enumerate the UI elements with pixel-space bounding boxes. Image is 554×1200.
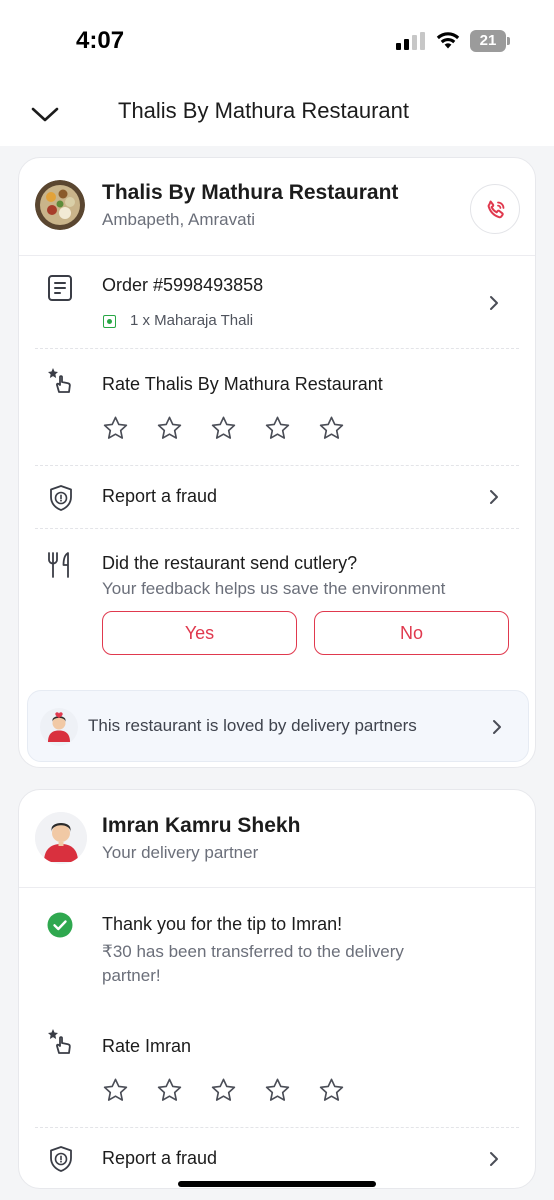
tip-subtext: ₹30 has been transferred to the delivery…	[102, 942, 404, 985]
shield-alert-icon	[50, 1146, 72, 1172]
battery-icon: 21	[470, 30, 510, 52]
star-icon[interactable]	[156, 415, 183, 442]
restaurant-star-rating	[102, 415, 345, 442]
chevron-right-icon	[490, 490, 498, 504]
tip-title: Thank you for the tip to Imran!	[102, 914, 343, 934]
chevron-down-icon[interactable]	[28, 100, 62, 128]
order-item: 1 x Maharaja Thali	[130, 312, 254, 329]
battery-level: 21	[470, 30, 506, 52]
cutlery-yes-button[interactable]: Yes	[102, 611, 297, 655]
veg-indicator-icon	[103, 315, 116, 328]
star-icon[interactable]	[210, 1077, 237, 1104]
delivery-partner-card: Imran Kamru Shekh Your delivery partner …	[18, 789, 536, 1189]
cellular-signal-icon	[396, 32, 425, 50]
star-icon[interactable]	[318, 415, 345, 442]
check-circle-icon	[47, 912, 73, 938]
restaurant-thumbnail	[35, 180, 85, 230]
page-title: Thalis By Mathura Restaurant	[118, 98, 410, 123]
phone-icon	[487, 200, 505, 219]
partner-role: Your delivery partner	[102, 843, 259, 862]
status-bar: 4:07 21	[0, 0, 554, 80]
cutlery-subtext: Your feedback helps us save the environm…	[102, 579, 446, 598]
top-header: Thalis By Mathura Restaurant	[0, 80, 554, 146]
cutlery-question: Did the restaurant send cutlery?	[102, 553, 358, 573]
restaurant-location: Ambapeth, Amravati	[102, 210, 256, 229]
star-icon[interactable]	[156, 1077, 183, 1104]
rate-partner-label: Rate Imran	[102, 1036, 192, 1056]
star-icon[interactable]	[102, 415, 129, 442]
shield-alert-icon	[50, 485, 72, 511]
report-fraud-label: Report a fraud	[102, 1148, 218, 1168]
wifi-icon	[436, 32, 460, 49]
rate-star-hand-icon	[48, 368, 71, 393]
rate-restaurant-label: Rate Thalis By Mathura Restaurant	[102, 374, 383, 394]
home-indicator[interactable]	[178, 1181, 376, 1187]
call-restaurant-button[interactable]	[470, 184, 520, 234]
loved-banner-text: This restaurant is loved by delivery par…	[88, 716, 417, 735]
star-icon[interactable]	[264, 415, 291, 442]
partner-name: Imran Kamru Shekh	[102, 814, 301, 837]
order-number: Order #5998493858	[102, 275, 264, 295]
report-fraud-label: Report a fraud	[102, 486, 218, 506]
chevron-right-icon	[490, 296, 498, 310]
star-icon[interactable]	[102, 1077, 129, 1104]
status-time: 4:07	[76, 27, 125, 54]
rate-star-hand-icon	[48, 1029, 71, 1054]
loved-by-partners-banner[interactable]: This restaurant is loved by delivery par…	[27, 690, 529, 762]
restaurant-card: Thalis By Mathura Restaurant Ambapeth, A…	[18, 157, 536, 768]
cutlery-icon	[48, 552, 69, 578]
chevron-right-icon	[490, 1152, 498, 1166]
cutlery-no-button[interactable]: No	[314, 611, 509, 655]
star-icon[interactable]	[264, 1077, 291, 1104]
order-receipt-icon	[48, 275, 72, 301]
restaurant-name: Thalis By Mathura Restaurant	[102, 181, 399, 204]
delivery-partner-heart-icon	[40, 708, 78, 746]
delivery-partner-avatar	[35, 812, 87, 864]
star-icon[interactable]	[210, 415, 237, 442]
star-icon[interactable]	[318, 1077, 345, 1104]
chevron-right-icon	[493, 720, 501, 734]
partner-star-rating	[102, 1077, 345, 1104]
